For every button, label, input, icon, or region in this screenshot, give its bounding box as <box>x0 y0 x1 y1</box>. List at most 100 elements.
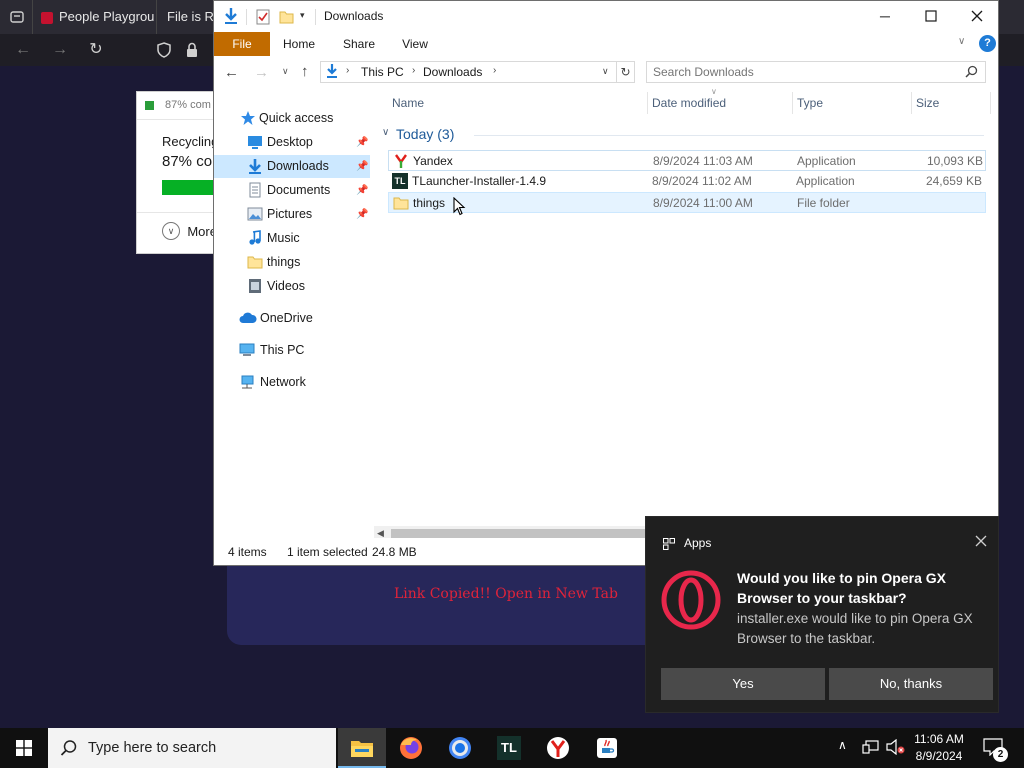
expand-ribbon-icon[interactable]: ∨ <box>958 36 965 47</box>
recycle-label: Recycling <box>162 134 216 149</box>
shield-icon[interactable] <box>152 34 176 66</box>
download-arrow-icon <box>325 63 339 82</box>
forward-icon[interactable]: → <box>48 34 72 66</box>
customize-toolbar-icon[interactable]: ▾ <box>300 10 305 21</box>
sidebar-item-desktop[interactable]: Desktop 📌 <box>214 131 370 154</box>
refresh-icon[interactable]: ↻ <box>617 61 635 83</box>
download-icon <box>247 158 263 174</box>
tab-share[interactable]: Share <box>334 32 384 56</box>
pin-icon: 📌 <box>356 209 369 220</box>
column-header-name[interactable]: Name <box>392 90 424 116</box>
column-header-size[interactable]: Size <box>916 90 939 116</box>
network-icon[interactable] <box>862 739 880 758</box>
group-header-today[interactable]: ∨ Today (3) <box>382 125 992 145</box>
column-header-date[interactable]: Date modified <box>652 90 726 116</box>
close-icon[interactable] <box>975 535 987 550</box>
tab-overview-icon[interactable] <box>6 0 28 34</box>
maximize-icon[interactable] <box>908 1 954 32</box>
breadcrumb-separator: › <box>346 65 350 76</box>
cloud-icon <box>239 310 257 326</box>
taskbar-search-box[interactable]: Type here to search <box>48 728 336 768</box>
file-row[interactable]: things 8/9/2024 11:00 AM File folder <box>388 192 986 213</box>
address-dropdown-icon[interactable]: ∨ <box>602 66 609 77</box>
sidebar-item-pictures[interactable]: Pictures 📌 <box>214 203 370 226</box>
firefox-icon[interactable] <box>387 728 435 768</box>
column-header-type[interactable]: Type <box>797 90 823 116</box>
pin-icon: 📌 <box>356 137 369 148</box>
download-arrow-icon[interactable] <box>223 7 239 28</box>
file-type: File folder <box>797 196 850 210</box>
file-size: 10,093 KB <box>926 154 983 168</box>
chrome-icon[interactable] <box>436 728 484 768</box>
file-explorer-window: ▾ Downloads ─ File Home Share View ∨ ? ←… <box>213 0 999 566</box>
explorer-titlebar: ▾ Downloads ─ <box>214 1 998 32</box>
sidebar-item-documents[interactable]: Documents 📌 <box>214 179 370 202</box>
nav-label: things <box>267 255 301 269</box>
link-copied-message: Link Copied!! Open in New Tab <box>394 586 618 602</box>
nav-quick-access[interactable]: Quick access <box>214 107 370 130</box>
sidebar-item-downloads[interactable]: Downloads 📌 <box>214 155 370 178</box>
lock-icon[interactable] <box>180 34 204 66</box>
toast-body: installer.exe would like to pin Opera GX… <box>737 611 973 646</box>
music-icon <box>247 230 263 246</box>
yandex-browser-icon[interactable] <box>534 728 582 768</box>
help-icon[interactable]: ? <box>979 35 996 52</box>
java-icon[interactable] <box>583 728 631 768</box>
sidebar-item-things[interactable]: things <box>214 251 370 274</box>
more-details-label: More <box>187 223 216 239</box>
yes-button[interactable]: Yes <box>661 668 825 700</box>
reload-icon[interactable]: ↻ <box>84 34 108 66</box>
sidebar-item-music[interactable]: Music <box>214 227 370 250</box>
toast-title: Would you like to pin Opera GX Browser t… <box>737 570 946 606</box>
file-date: 8/9/2024 11:03 AM <box>653 154 753 168</box>
file-row[interactable]: Yandex 8/9/2024 11:03 AM Application 10,… <box>388 150 986 171</box>
no-thanks-button[interactable]: No, thanks <box>829 668 993 700</box>
search-icon[interactable] <box>965 65 978 81</box>
file-row[interactable]: TL TLauncher-Installer-1.4.9 8/9/2024 11… <box>388 171 986 192</box>
windows-start-icon[interactable] <box>0 728 48 768</box>
forward-icon[interactable]: → <box>254 64 269 81</box>
status-size: 24.8 MB <box>372 545 417 559</box>
file-list: Name ∨ Date modified Type Size ∨ Today (… <box>382 87 998 538</box>
minimize-icon[interactable]: ─ <box>862 1 908 32</box>
file-explorer-taskbar-button[interactable] <box>338 728 386 768</box>
address-bar[interactable]: › This PC › Downloads › ∨ <box>320 61 617 83</box>
up-icon[interactable]: ↑ <box>301 63 309 80</box>
nav-onedrive[interactable]: OneDrive <box>214 307 370 330</box>
tab-file[interactable]: File <box>214 32 270 56</box>
properties-icon[interactable] <box>256 9 270 28</box>
breadcrumb-downloads[interactable]: Downloads <box>423 65 482 79</box>
browser-tab[interactable]: File is Re <box>156 0 214 34</box>
nav-label: Pictures <box>267 207 313 221</box>
show-hidden-icons-icon[interactable]: ∧ <box>838 738 847 752</box>
clock-date[interactable]: 8/9/2024 <box>909 749 969 763</box>
taskbar-search-placeholder: Type here to search <box>88 740 217 756</box>
nav-this-pc[interactable]: This PC <box>214 339 370 362</box>
yandex-icon <box>393 153 409 169</box>
chevron-down-icon: ∨ <box>382 127 390 138</box>
new-folder-icon[interactable] <box>279 10 294 27</box>
status-item-count: 4 items <box>228 545 267 559</box>
tab-home[interactable]: Home <box>274 32 324 56</box>
nav-network[interactable]: Network <box>214 371 370 394</box>
tlauncher-icon[interactable]: TL <box>485 728 533 768</box>
file-type: Application <box>796 174 855 188</box>
back-icon[interactable]: ← <box>11 34 35 66</box>
breadcrumb-this-pc[interactable]: This PC <box>361 65 404 79</box>
notification-count-badge: 2 <box>993 747 1008 762</box>
sidebar-item-videos[interactable]: Videos <box>214 275 370 298</box>
more-details-button[interactable]: ∨ More <box>162 222 216 246</box>
browser-tab[interactable]: People Playgrou <box>32 0 154 34</box>
back-icon[interactable]: ← <box>224 64 239 81</box>
clock-time[interactable]: 11:06 AM <box>909 732 969 746</box>
close-icon[interactable] <box>954 1 998 32</box>
search-input[interactable] <box>653 64 953 80</box>
browser-tab-label: People Playgrou <box>59 9 154 24</box>
search-box[interactable] <box>646 61 986 83</box>
file-name: Yandex <box>413 154 453 168</box>
recent-locations-icon[interactable]: ∨ <box>282 66 289 77</box>
volume-muted-icon[interactable] <box>886 738 906 758</box>
apps-icon <box>663 538 675 553</box>
nav-label: This PC <box>260 343 305 357</box>
tab-view[interactable]: View <box>390 32 440 56</box>
